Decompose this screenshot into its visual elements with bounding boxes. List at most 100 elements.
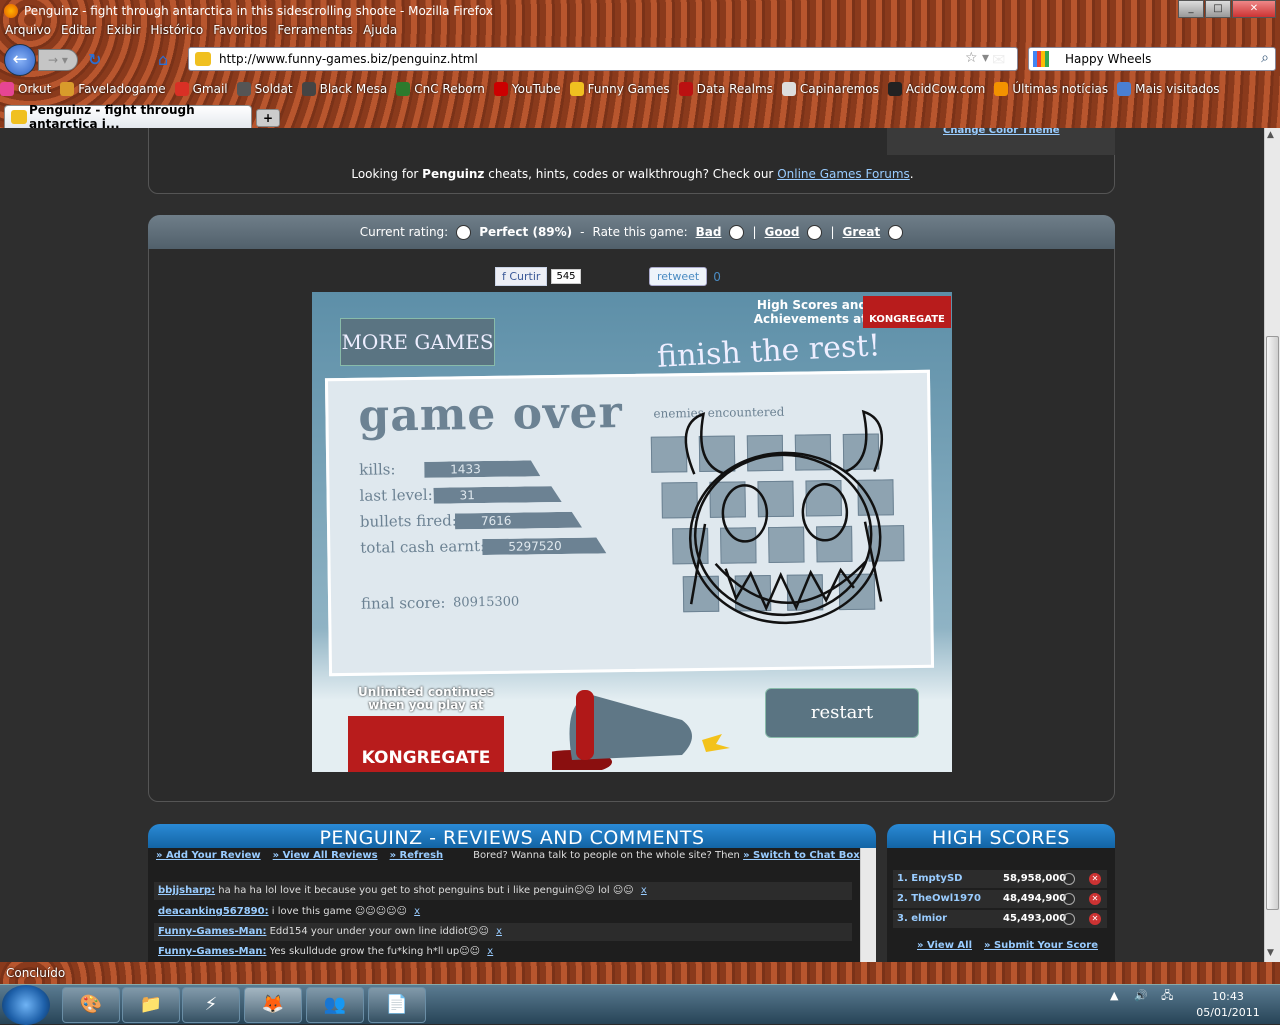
game-canvas[interactable]: MORE GAMES High Scores and Achievements … <box>312 292 952 772</box>
bookmark-item[interactable]: YouTube <box>493 82 561 96</box>
comment-text: ha ha ha lol love it because you get to … <box>215 885 637 896</box>
menu-editar[interactable]: Editar <box>61 23 97 41</box>
reviews-scrollbar[interactable] <box>860 848 876 962</box>
delete-icon[interactable]: ✕ <box>1089 893 1101 905</box>
kongregate-logo-bottom[interactable]: KONGREGATE <box>348 716 504 772</box>
search-bar[interactable]: Happy Wheels ⌕ <box>1028 47 1276 71</box>
bookmark-item[interactable]: Faveladogame <box>60 82 166 96</box>
network-icon[interactable]: 🖧 <box>1161 989 1173 1002</box>
notes-taskbar-icon[interactable]: 📄 <box>368 987 426 1023</box>
comment-delete[interactable]: x <box>496 926 502 937</box>
bookmark-label: Faveladogame <box>78 82 166 96</box>
url-bar[interactable]: http://www.funny-games.biz/penguinz.html… <box>188 47 1018 71</box>
change-theme-link[interactable]: Change Color Theme <box>943 128 1060 136</box>
volume-icon[interactable]: 🔊 <box>1134 989 1148 1002</box>
tab-penguinz[interactable]: Penguinz - fight through antarctica i... <box>4 103 252 131</box>
comment-user[interactable]: Funny-Games-Man: <box>158 946 266 957</box>
highscore-name[interactable]: 1. EmptySD <box>897 873 962 884</box>
reload-icon[interactable]: ↻ <box>88 50 108 70</box>
explorer-taskbar-icon[interactable]: 📁 <box>122 987 180 1023</box>
game-panel-footer <box>148 784 1115 802</box>
delete-icon[interactable]: ✕ <box>1089 873 1101 885</box>
bookmark-item[interactable]: AcidCow.com <box>887 82 985 96</box>
search-input[interactable]: Happy Wheels <box>1065 52 1151 66</box>
add-review-link[interactable]: » Add Your Review <box>156 850 261 861</box>
retweet-button[interactable]: retweet <box>649 267 708 286</box>
forward-button[interactable]: → ▾ <box>38 49 78 71</box>
more-games-button[interactable]: MORE GAMES <box>340 318 495 366</box>
menu-ajuda[interactable]: Ajuda <box>363 23 397 41</box>
highscore-name[interactable]: 3. elmior <box>897 913 947 924</box>
view-replay-icon[interactable] <box>1063 913 1075 925</box>
rate-good-link[interactable]: Good <box>765 225 800 239</box>
delete-icon[interactable]: ✕ <box>1089 913 1101 925</box>
good-face-icon[interactable] <box>807 224 823 240</box>
close-button[interactable]: ✕ <box>1232 0 1276 18</box>
url-text: http://www.funny-games.biz/penguinz.html <box>219 52 478 66</box>
rate-great-link[interactable]: Great <box>843 225 881 239</box>
view-replay-icon[interactable] <box>1063 873 1075 885</box>
start-button[interactable] <box>2 985 50 1025</box>
winamp-taskbar-icon[interactable]: ⚡ <box>182 987 240 1023</box>
clock[interactable]: 10:43 05/01/2011 <box>1188 989 1268 1021</box>
switch-to-chat-link[interactable]: » Switch to Chat Box <box>743 850 860 861</box>
scrollbar-thumb[interactable] <box>1266 336 1279 910</box>
firefox-taskbar-icon[interactable]: 🦊 <box>244 987 302 1023</box>
comment-delete[interactable]: x <box>487 946 493 957</box>
bookmark-item[interactable]: Gmail <box>174 82 228 96</box>
bookmark-item[interactable]: Capinaremos <box>781 82 879 96</box>
mail-icon[interactable]: ✉ <box>992 50 1005 69</box>
show-hidden-icons-icon[interactable]: ▲ <box>1110 989 1118 1002</box>
view-all-reviews-link[interactable]: » View All Reviews <box>273 850 378 861</box>
menu-arquivo[interactable]: Arquivo <box>5 23 51 41</box>
bookmark-item[interactable]: CnC Reborn <box>396 82 485 96</box>
facebook-like-button[interactable]: f Curtir <box>495 267 548 286</box>
comment-user[interactable]: bbjjsharp: <box>158 885 215 896</box>
bad-face-icon[interactable] <box>729 224 745 240</box>
maximize-button[interactable]: □ <box>1205 0 1231 18</box>
current-rating-value: Perfect (89%) <box>479 225 573 239</box>
menu-ferramentas[interactable]: Ferramentas <box>277 23 353 41</box>
view-all-scores-link[interactable]: » View All <box>917 940 972 951</box>
bookmark-star-icon[interactable]: ☆ ▾ <box>965 50 989 66</box>
bookmark-favicon-icon <box>994 82 1009 96</box>
messenger-taskbar-icon[interactable]: 👥 <box>306 987 364 1023</box>
home-icon[interactable]: ⌂ <box>158 50 178 70</box>
highscores-links: » View All » Submit Your Score <box>917 940 1098 951</box>
bookmark-item[interactable]: Funny Games <box>569 82 670 96</box>
bookmark-item[interactable]: Mais visitados <box>1117 82 1220 96</box>
menu-exibir[interactable]: Exibir <box>106 23 140 41</box>
bookmark-item[interactable]: Últimas notícias <box>994 82 1108 96</box>
menu-historico[interactable]: Histórico <box>150 23 203 41</box>
back-button[interactable]: ← <box>4 44 36 76</box>
highscore-row: 1. EmptySD 58,958,000 ✕ <box>893 870 1107 888</box>
view-replay-icon[interactable] <box>1063 893 1075 905</box>
highscore-name[interactable]: 2. TheOwl1970 <box>897 893 981 904</box>
comment-user[interactable]: deacanking567890: <box>158 906 269 917</box>
paint-taskbar-icon[interactable]: 🎨 <box>62 987 120 1023</box>
forums-link[interactable]: Online Games Forums <box>777 167 910 181</box>
scroll-up-arrow-icon[interactable]: ▲ <box>1267 130 1274 140</box>
new-tab-button[interactable]: + <box>256 109 280 127</box>
scroll-down-arrow-icon[interactable]: ▼ <box>1267 948 1274 958</box>
kongregate-logo-top[interactable]: KONGREGATE <box>863 296 951 328</box>
refresh-link[interactable]: » Refresh <box>390 850 444 861</box>
menu-favoritos[interactable]: Favoritos <box>213 23 267 41</box>
comment-delete[interactable]: x <box>641 885 647 896</box>
page-scrollbar[interactable]: ▲ ▼ <box>1264 128 1280 962</box>
title-bar: Penguinz - fight through antarctica in t… <box>0 0 1280 22</box>
bookmark-item[interactable]: Soldat <box>236 82 293 96</box>
rate-bad-link[interactable]: Bad <box>696 225 722 239</box>
bookmark-item[interactable]: Orkut <box>0 82 51 96</box>
submit-score-link[interactable]: » Submit Your Score <box>984 940 1098 951</box>
bookmark-item[interactable]: Data Realms <box>678 82 773 96</box>
bookmark-item[interactable]: Black Mesa <box>301 82 387 96</box>
comment-user[interactable]: Funny-Games-Man: <box>158 926 266 937</box>
google-icon[interactable] <box>1033 51 1049 67</box>
reviews-box: » Add Your Review » View All Reviews » R… <box>148 848 876 962</box>
great-face-icon[interactable] <box>888 224 904 240</box>
search-icon[interactable]: ⌕ <box>1261 50 1269 66</box>
restart-button[interactable]: restart <box>765 688 919 738</box>
minimize-button[interactable]: _ <box>1178 0 1204 18</box>
comment-delete[interactable]: x <box>414 906 420 917</box>
